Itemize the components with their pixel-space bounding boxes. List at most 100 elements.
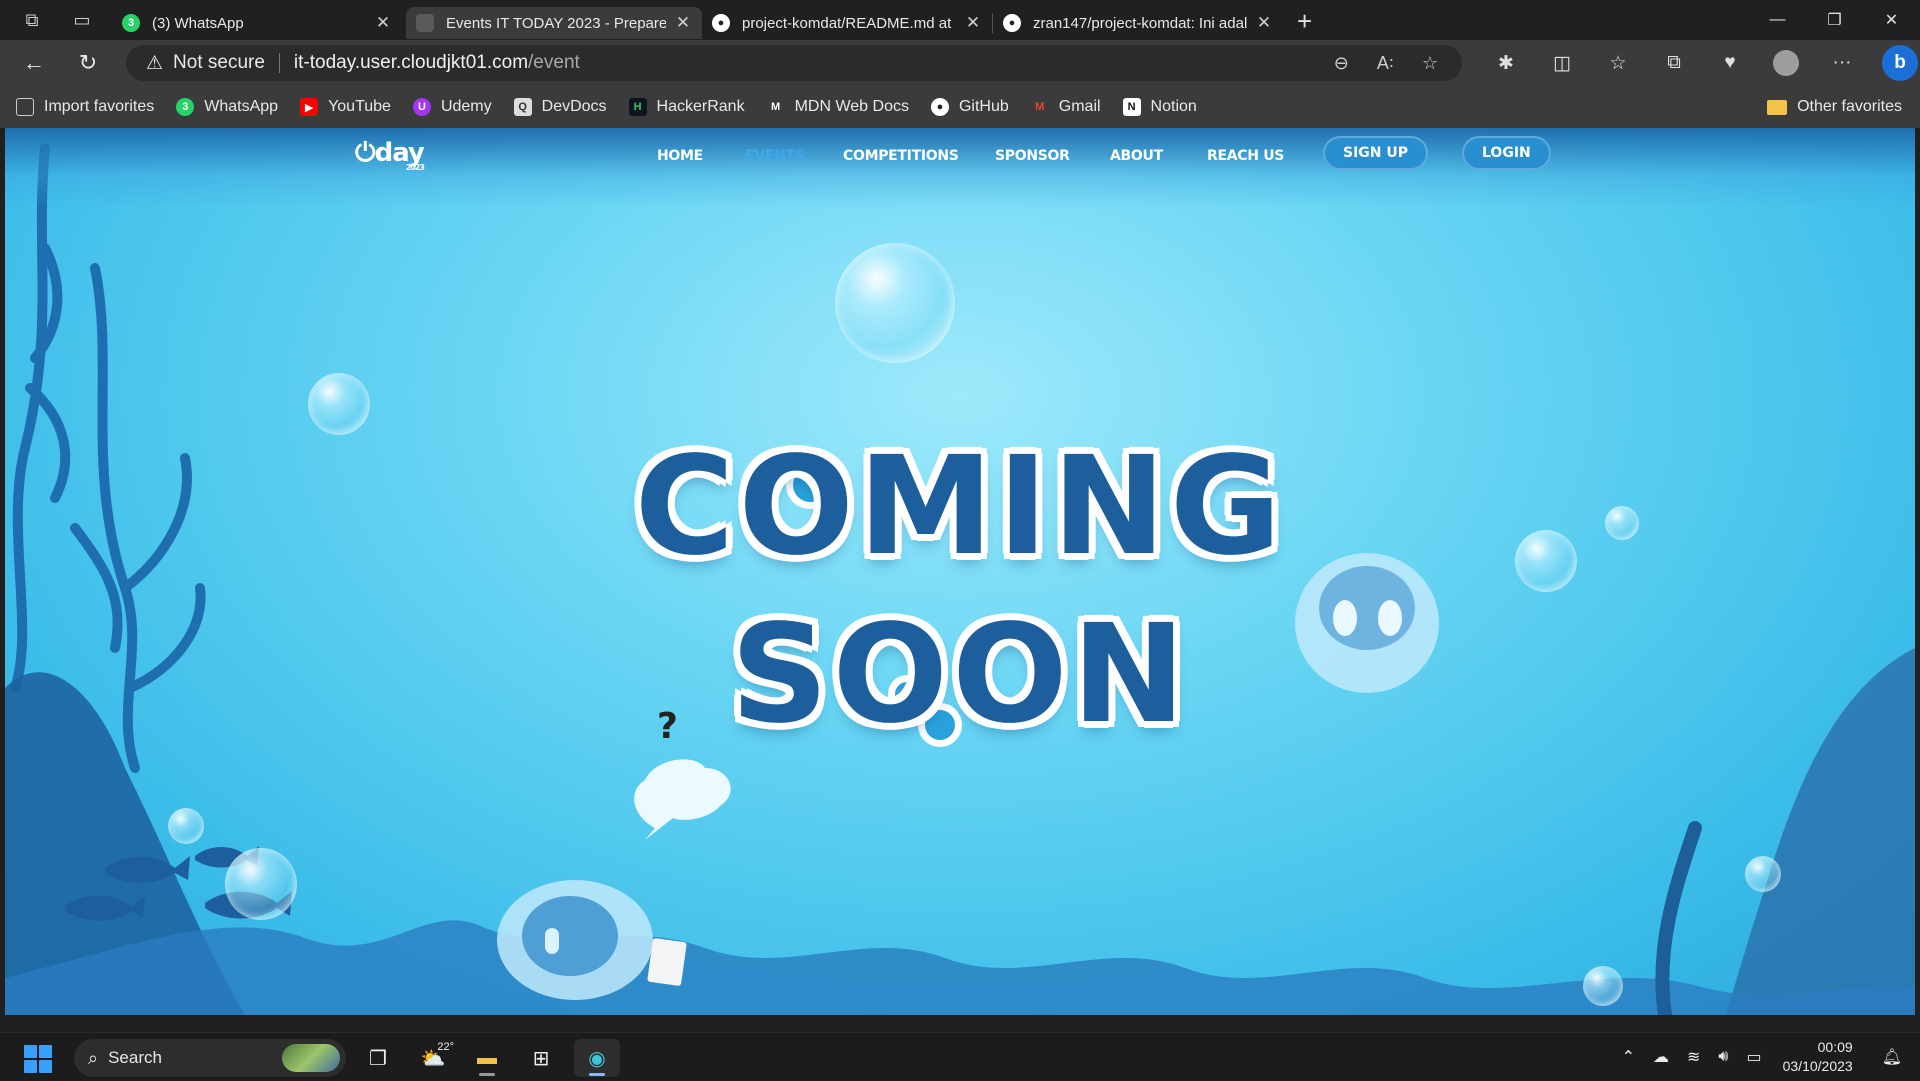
address-bar[interactable]: ⚠ Not secure it-today.user.cloudjkt01.co… [126,45,1462,81]
favorite-hackerrank[interactable]: H HackerRank [628,98,745,116]
favorite-devdocs[interactable]: Q DevDocs [513,98,607,116]
favorite-udemy[interactable]: U Udemy [412,98,492,116]
hackerrank-icon: H [628,98,647,116]
workspaces-icon[interactable]: ⧉ [14,4,50,36]
nav-competitions[interactable]: COMPETITIONS [843,148,959,164]
github-icon: ● [712,14,730,32]
weather-widget[interactable]: ⛅ 22° [410,1039,456,1077]
favorite-notion[interactable]: N Notion [1122,98,1197,116]
nav-about[interactable]: ABOUT [1110,148,1163,164]
web-page: COMING SOON ? ⏻day 2023 HOME EVENTS COMPE… [5,128,1915,1015]
jelly-creature-left [497,880,687,1000]
running-indicator [479,1073,495,1076]
favorite-star-icon[interactable]: ☆ [1422,53,1438,74]
zoom-icon[interactable]: ⊖ [1334,53,1349,74]
close-icon[interactable]: ✕ [374,13,392,33]
login-button[interactable]: LOGIN [1462,136,1551,170]
copilot-icon[interactable]: b [1882,45,1918,81]
tab-actions-icon[interactable]: ▭ [64,4,100,36]
minimize-icon[interactable]: — [1749,0,1806,40]
favorite-gmail[interactable]: M Gmail [1031,98,1100,116]
sign-up-button[interactable]: SIGN UP [1323,136,1429,170]
headline-soon: SOON [730,596,1190,754]
bubble [168,808,204,844]
favorite-label: GitHub [958,98,1009,115]
system-tray: ⌃ ☁ ≋ 🔊︎ ▭ 00:09 03/10/2023 🔔︎ [1613,1033,1920,1081]
windows-start-icon[interactable] [24,1045,52,1073]
taskbar-search[interactable]: ⌕ Search [74,1039,346,1077]
favorite-mdn[interactable]: M MDN Web Docs [767,98,909,116]
chevron-up-icon[interactable]: ⌃ [1622,1047,1635,1067]
nav-home[interactable]: HOME [657,148,703,164]
battery-icon[interactable]: ▭ [1746,1047,1761,1067]
browser-essentials-icon[interactable]: ♥ [1702,52,1758,74]
search-placeholder: Search [108,1048,162,1067]
site-logo[interactable]: ⏻day 2023 [355,138,425,172]
restore-icon[interactable]: ❐ [1806,0,1863,40]
settings-more-icon[interactable]: ··· [1814,52,1870,74]
power-icon: ⏻ [355,138,376,168]
close-icon[interactable]: ✕ [1255,13,1273,33]
microsoft-store-icon[interactable]: ⊞ [518,1039,564,1077]
speech-bubble [634,759,731,840]
favorite-import[interactable]: Import favorites [16,98,154,116]
security-label[interactable]: Not secure [173,52,265,74]
url-path: /event [528,52,580,73]
task-view-icon[interactable]: ❐ [355,1039,401,1077]
favorites-icon[interactable]: ☆ [1590,52,1646,75]
devdocs-icon: Q [513,98,532,116]
favorite-label: WhatsApp [204,98,279,115]
search-highlight-image [282,1044,340,1072]
file-explorer-icon[interactable]: ▬ [464,1039,510,1077]
bubble [225,848,297,920]
question-mark: ? [657,706,678,747]
tab-title: Events IT TODAY 2023 - Prepare Y [446,14,666,32]
close-icon[interactable]: ✕ [964,13,982,33]
close-icon[interactable]: ✕ [674,13,692,33]
github-icon: ● [1003,14,1021,32]
extensions-icon[interactable]: ✱ [1478,52,1534,75]
onedrive-icon[interactable]: ☁ [1653,1047,1669,1067]
address-actions: ⊖ A꞉ ☆ [1334,45,1438,81]
collections-icon[interactable]: ⧉ [1646,52,1702,74]
tab-project-komdat[interactable]: ● zran147/project-komdat: Ini adal ✕ [993,7,1283,39]
bubble [835,243,955,363]
new-tab-icon[interactable]: + [1297,6,1312,37]
notifications-icon[interactable]: 🔔︎ [1882,1047,1902,1067]
close-window-icon[interactable]: ✕ [1863,0,1920,40]
refresh-icon[interactable]: ↻ [66,45,110,81]
favorite-github[interactable]: ● GitHub [930,98,1009,116]
split-screen-icon[interactable]: ◫ [1534,52,1590,75]
warning-icon: ⚠ [146,52,164,74]
nav-reach-us[interactable]: REACH US [1207,148,1284,164]
github-icon: ● [930,98,949,116]
favorite-label: MDN Web Docs [794,98,909,115]
tab-readme[interactable]: ● project-komdat/README.md at r ✕ [702,7,992,39]
favorite-label: Notion [1150,98,1197,115]
url-host: it-today.user.cloudjkt01.com [293,52,529,73]
tab-events-it-today[interactable]: Events IT TODAY 2023 - Prepare Y ✕ [406,7,702,39]
back-icon[interactable]: ← [12,45,56,81]
profile-avatar[interactable] [1773,50,1799,76]
edge-browser-icon[interactable]: ◉ [574,1039,620,1077]
read-aloud-icon[interactable]: A꞉ [1377,53,1394,74]
whatsapp-icon: 3 [176,98,195,116]
favorite-label: HackerRank [656,98,745,115]
clock[interactable]: 00:09 03/10/2023 [1783,1038,1853,1076]
nav-sponsor[interactable]: SPONSOR [995,148,1070,164]
favorite-label: Import favorites [44,98,155,115]
favorite-whatsapp[interactable]: 3 WhatsApp [176,98,278,116]
favorite-youtube[interactable]: ▶ YouTube [300,98,391,116]
volume-icon[interactable]: 🔊︎ [1718,1048,1728,1066]
tab-strip: ⧉ ▭ 3 (3) WhatsApp ✕ Events IT TODAY 202… [0,0,1920,40]
wifi-icon[interactable]: ≋ [1687,1047,1700,1067]
headline-coming: COMING [634,428,1286,586]
nav-events[interactable]: EVENTS [745,148,805,164]
tab-title: project-komdat/README.md at r [742,14,956,32]
mdn-icon: M [770,101,781,113]
tab-whatsapp[interactable]: 3 (3) WhatsApp ✕ [112,7,402,39]
tab-title: zran147/project-komdat: Ini adal [1033,14,1247,32]
clock-time: 00:09 [1817,1039,1853,1055]
favorite-label: Udemy [440,98,492,115]
other-favorites[interactable]: Other favorites [1767,86,1902,128]
